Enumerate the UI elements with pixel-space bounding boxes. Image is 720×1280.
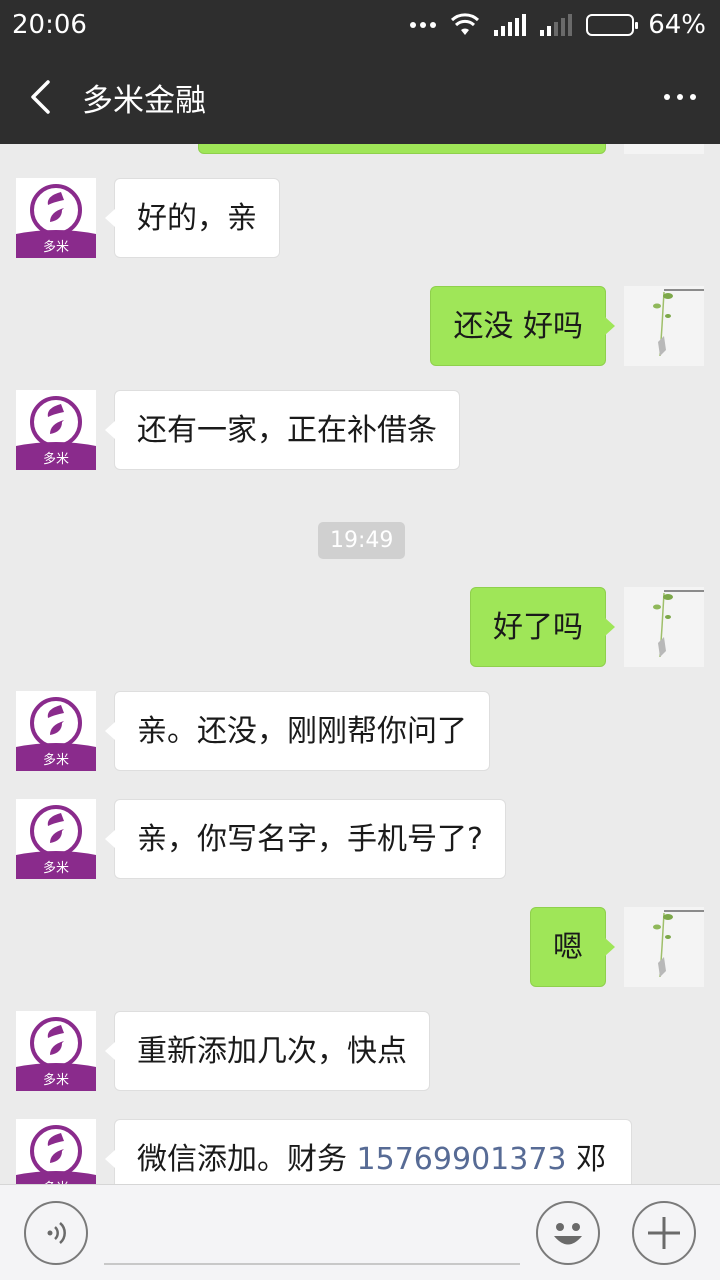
phone-number-link[interactable]: 15769901373 <box>357 1142 567 1177</box>
plus-button[interactable] <box>632 1201 696 1265</box>
message-bubble[interactable]: 微信添加。财务 15769901373 邓 <box>105 1119 632 1184</box>
duomi-logo-icon: 多米 <box>16 691 96 771</box>
input-bar <box>0 1184 720 1280</box>
duomi-logo-icon: 多米 <box>16 1011 96 1091</box>
duomi-logo-icon: 多米 <box>16 178 96 258</box>
message-list[interactable]: 多米 好的，亲 还没 好吗 多米 还有一家，正在补借条 19:49 好了吗 多米… <box>0 144 720 1184</box>
status-icons: 64% <box>410 10 706 40</box>
svg-text:多米: 多米 <box>43 239 69 255</box>
plus-icon <box>648 1217 680 1249</box>
message-bubble[interactable]: 亲，你写名字，手机号了? <box>105 799 506 879</box>
status-bar: 20:06 64% <box>0 0 720 50</box>
signal-icon <box>494 14 527 36</box>
avatar-duomi[interactable]: 多米 <box>16 1011 96 1091</box>
plant-photo-avatar <box>624 587 704 667</box>
chat-title: 多米金融 <box>82 82 206 119</box>
svg-text:多米: 多米 <box>43 752 69 768</box>
avatar-self[interactable] <box>624 907 704 987</box>
avatar-duomi[interactable]: 多米 <box>16 390 96 470</box>
svg-text:多米: 多米 <box>43 451 69 467</box>
more-button[interactable] <box>640 50 720 144</box>
signal-icon <box>540 14 573 36</box>
avatar-self[interactable] <box>624 587 704 667</box>
timestamp: 19:49 <box>318 522 406 559</box>
more-horizontal-icon <box>664 94 670 100</box>
voice-icon <box>47 1222 66 1244</box>
message-bubble[interactable]: 好的，亲 <box>105 178 280 258</box>
message-bubble[interactable]: 重新添加几次，快点 <box>105 1011 430 1091</box>
plant-photo-avatar <box>624 907 704 987</box>
duomi-logo-icon: 多米 <box>16 390 96 470</box>
previous-message-bubble[interactable] <box>198 144 606 154</box>
chevron-left-icon <box>31 80 50 114</box>
message-bubble[interactable]: 嗯 <box>530 907 615 987</box>
avatar-duomi[interactable]: 多米 <box>16 799 96 879</box>
battery-percent: 64% <box>648 10 706 40</box>
avatar-duomi[interactable]: 多米 <box>16 691 96 771</box>
svg-text:多米: 多米 <box>43 1072 69 1088</box>
message-bubble[interactable]: 还有一家，正在补借条 <box>105 390 460 470</box>
wifi-icon <box>451 13 480 35</box>
voice-button[interactable] <box>24 1201 88 1265</box>
message-text: 微信添加。财务 <box>137 1142 357 1177</box>
avatar-duomi[interactable]: 多米 <box>16 178 96 258</box>
more-dots-icon <box>410 22 437 28</box>
message-text: 邓 <box>576 1142 607 1177</box>
avatar-self[interactable] <box>624 286 704 366</box>
message-bubble[interactable]: 还没 好吗 <box>430 286 615 366</box>
battery-icon <box>586 14 639 36</box>
duomi-logo-icon: 多米 <box>16 1119 96 1184</box>
back-button[interactable] <box>0 50 80 144</box>
message-bubble[interactable]: 好了吗 <box>470 587 615 667</box>
svg-text:多米: 多米 <box>43 860 69 876</box>
plant-photo-avatar <box>624 286 704 366</box>
avatar-duomi[interactable]: 多米 <box>16 1119 96 1184</box>
duomi-logo-icon: 多米 <box>16 799 96 879</box>
message-text <box>567 1142 577 1177</box>
emoji-button[interactable] <box>536 1201 600 1265</box>
avatar-self[interactable] <box>624 144 704 154</box>
message-input[interactable] <box>104 1263 520 1265</box>
message-bubble[interactable]: 亲。还没，刚刚帮你问了 <box>105 691 490 771</box>
status-time: 20:06 <box>12 10 87 40</box>
emoji-icon <box>554 1223 582 1245</box>
chat-header: 多米金融 <box>0 50 720 144</box>
